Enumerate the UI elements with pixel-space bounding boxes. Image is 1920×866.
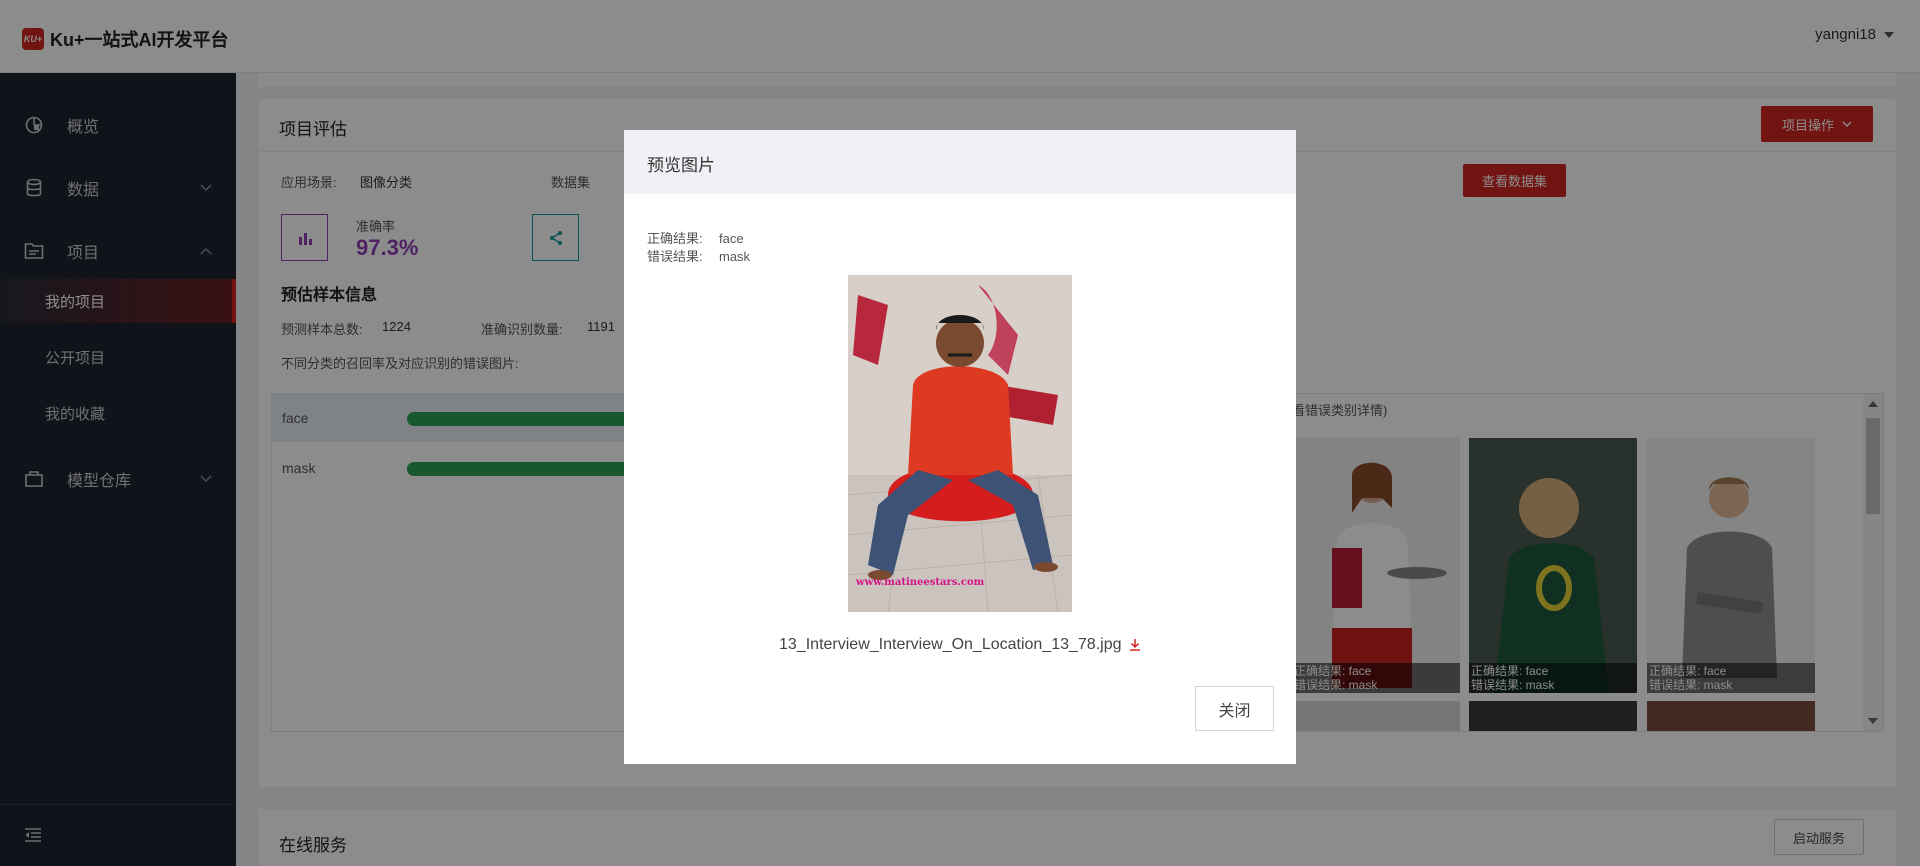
correct-result-label: 正确结果: <box>647 231 703 246</box>
correct-result: 正确结果: face <box>647 228 744 247</box>
correct-result-value: face <box>719 231 744 246</box>
image-filename: 13_Interview_Interview_On_Location_13_78… <box>624 636 1296 654</box>
wrong-result: 错误结果: mask <box>647 246 750 265</box>
preview-image-dialog: 预览图片 正确结果: face 错误结果: mask www.matineestar… <box>624 130 1296 764</box>
wrong-result-label: 错误结果: <box>647 249 703 264</box>
person-photo-icon: www.matineestars.com <box>848 275 1072 612</box>
download-icon[interactable] <box>1129 638 1141 652</box>
dialog-header: 预览图片 <box>624 130 1296 194</box>
dialog-title: 预览图片 <box>647 156 715 175</box>
preview-image: www.matineestars.com <box>848 275 1072 612</box>
wrong-result-value: mask <box>719 249 751 264</box>
filename-text: 13_Interview_Interview_On_Location_13_78… <box>779 636 1122 653</box>
close-button[interactable]: 关闭 <box>1195 686 1274 731</box>
watermark-text: www.matineestars.com <box>855 577 985 588</box>
